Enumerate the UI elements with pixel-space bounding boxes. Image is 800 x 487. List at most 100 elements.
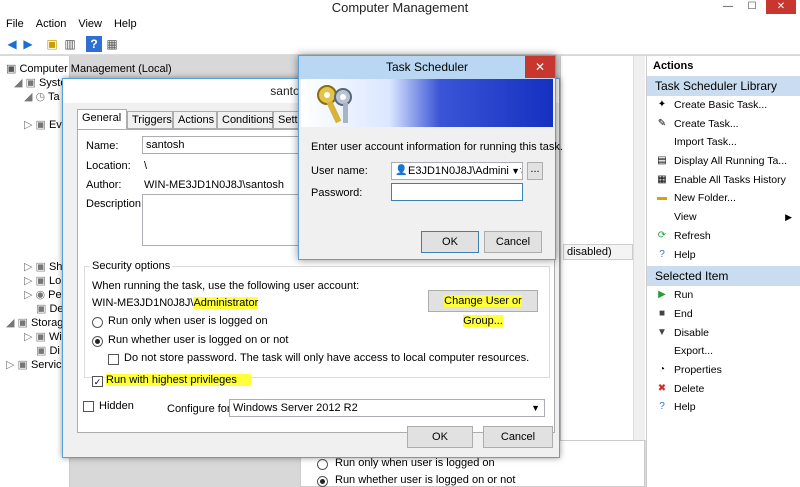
folder-icon: ▬ [657, 192, 667, 204]
action-item-end[interactable]: ■ End [647, 305, 800, 324]
minimize-button[interactable]: — [718, 0, 738, 14]
author-label: Author: [86, 179, 122, 191]
action-pane-icon[interactable]: ▦ [104, 36, 120, 52]
action-item-export[interactable]: Export... [647, 342, 800, 361]
preview-radio-logged-on[interactable] [317, 459, 328, 470]
action-item-display-all-running-ta[interactable]: ▤ Display All Running Ta... [647, 152, 800, 171]
username-combobox[interactable]: 👤 E3JD1N0J8J\Administrator ▼ [391, 162, 523, 180]
preview-radio-whether[interactable] [317, 476, 328, 487]
description-field[interactable] [142, 194, 302, 246]
tree-item-task[interactable]: ◢ ◷ Ta [24, 90, 60, 103]
create-basic-task-icon: ✦ [657, 99, 667, 110]
action-item-label: Create Basic Task... [674, 99, 768, 111]
highest-privileges-checkbox[interactable]: ✓ [92, 376, 103, 387]
window-title: Computer Management [0, 0, 800, 16]
hidden-label: Hidden [99, 400, 134, 412]
author-value: WIN-ME3JD1N0J8J\santosh [144, 179, 284, 191]
action-item-refresh[interactable]: ⟳ Refresh [647, 227, 800, 246]
close-icon[interactable]: ✕ [525, 56, 555, 78]
end-icon: ■ [658, 307, 666, 319]
chevron-right-icon: ▶ [785, 212, 792, 223]
password-field[interactable] [391, 183, 523, 201]
tree-item-services[interactable]: ▷ ▣ Servic [6, 358, 62, 371]
console-tree: ▣ Computer Management (Local) ◢ ▣ System… [0, 56, 172, 487]
action-item-delete[interactable]: ✖ Delete [647, 380, 800, 399]
action-item-properties[interactable]: ◔ Properties [647, 361, 800, 380]
actions-section-selected[interactable]: Selected Item [647, 266, 800, 287]
tab-conditions[interactable]: Conditions [217, 111, 274, 129]
radio-run-logged-on[interactable] [92, 317, 103, 328]
menu-action[interactable]: Action [30, 16, 73, 33]
tree-item-perf[interactable]: ▷ ◉ Pe [24, 288, 62, 301]
action-item-label: Help [674, 401, 696, 414]
menu-view[interactable]: View [72, 16, 108, 33]
tree-item-event[interactable]: ▷ ▣ Ev [24, 118, 62, 131]
create-task-icon: ✎ [657, 117, 667, 129]
no-store-password-checkbox[interactable] [108, 354, 119, 365]
tab-actions[interactable]: Actions [173, 111, 217, 129]
tab-triggers[interactable]: Triggers [127, 111, 173, 129]
action-item-help[interactable]: ? Help [647, 398, 800, 417]
tree-item-shared[interactable]: ▷ ▣ Sh [24, 260, 62, 273]
name-field[interactable]: santosh [142, 136, 302, 154]
action-item-enable-all-tasks-history[interactable]: ▦ Enable All Tasks History [647, 171, 800, 190]
menu-file[interactable]: File [0, 16, 30, 33]
action-item-disable[interactable]: ▼ Disable [647, 324, 800, 343]
hidden-checkbox[interactable] [83, 401, 94, 412]
action-item-label: Enable All Tasks History [674, 173, 786, 186]
action-item-label: New Folder... [674, 192, 736, 205]
tree-item-windows[interactable]: ▷ ▣ Wi [24, 330, 62, 343]
banner [301, 79, 553, 127]
action-item-new-folder[interactable]: ▬ New Folder... [647, 189, 800, 208]
account-name: WIN-ME3JD1N0J8J\Administrator [92, 297, 259, 309]
action-item-label: Properties [674, 363, 722, 376]
highest-privileges-label: Run with highest privileges [106, 374, 251, 386]
scrollbar[interactable] [633, 56, 645, 440]
action-item-help[interactable]: ? Help [647, 246, 800, 265]
credential-prompt: Enter user account information for runni… [311, 141, 563, 153]
browse-button[interactable]: ... [527, 162, 543, 180]
tab-general[interactable]: General [77, 109, 127, 130]
close-button[interactable]: ✕ [766, 0, 796, 14]
action-item-label: End [674, 307, 693, 320]
maximize-button[interactable]: ☐ [742, 0, 762, 14]
help-icon: ? [659, 401, 665, 413]
username-label: User name: [311, 165, 368, 177]
back-icon[interactable]: ◀ [4, 36, 20, 52]
radio-run-whether[interactable] [92, 336, 103, 347]
help-icon: ? [659, 248, 665, 260]
security-legend: Security options [90, 260, 173, 272]
tree-item-storage[interactable]: ◢ ▣ Storag [6, 316, 63, 329]
properties-cancel-button[interactable]: Cancel [483, 426, 553, 448]
tree-item-device[interactable]: ▣ De [36, 302, 64, 315]
action-item-view[interactable]: View ▶ [647, 208, 800, 227]
action-item-label: Help [674, 248, 696, 261]
action-item-import-task[interactable]: Import Task... [647, 133, 800, 152]
location-value: \ [144, 160, 148, 172]
action-item-label: Display All Running Ta... [674, 155, 788, 168]
tree-item-local[interactable]: ▷ ▣ Lo [24, 274, 61, 287]
actions-section-library[interactable]: Task Scheduler Library [647, 76, 800, 96]
security-prompt: When running the task, use the following… [92, 280, 360, 292]
action-item-label: Create Task... [674, 117, 739, 130]
action-item-run[interactable]: ▶ Run [647, 286, 800, 305]
action-item-label: Import Task... [674, 136, 737, 149]
up-folder-icon[interactable]: ▣ [44, 36, 60, 52]
change-user-button[interactable]: Change User or Group... [428, 290, 538, 327]
disable-icon: ▼ [657, 326, 667, 338]
actions-header: Actions [653, 60, 694, 72]
configure-select[interactable]: Windows Server 2012 R2 ▼ [229, 399, 545, 417]
credential-ok-button[interactable]: OK [421, 231, 479, 253]
help-icon[interactable]: ? [86, 36, 102, 52]
forward-icon[interactable]: ▶ [20, 36, 36, 52]
action-item-create-task[interactable]: ✎ Create Task... [647, 115, 800, 134]
menu-help[interactable]: Help [108, 16, 143, 33]
tree-root[interactable]: ▣ Computer Management (Local) [6, 62, 172, 75]
task-list-pane: disabled) [560, 56, 646, 440]
properties-ok-button[interactable]: OK [407, 426, 473, 448]
action-item-create-basic-task[interactable]: ✦ Create Basic Task... [647, 96, 800, 115]
refresh-icon: ⟳ [657, 229, 667, 241]
tree-item-disk[interactable]: ▣ Di [36, 344, 60, 357]
console-tree-icon[interactable]: ▥ [62, 36, 78, 52]
credential-cancel-button[interactable]: Cancel [484, 231, 542, 253]
